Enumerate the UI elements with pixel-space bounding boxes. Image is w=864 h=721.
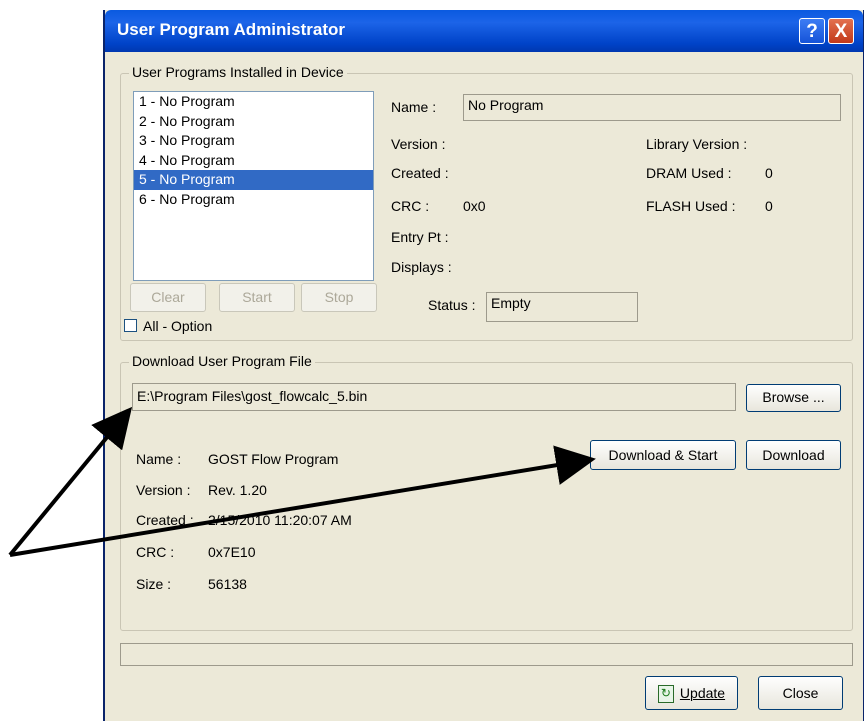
refresh-icon: ↻ [657, 685, 674, 704]
update-button[interactable]: ↻ Update [645, 676, 738, 710]
download-version-label: Version : [136, 482, 191, 498]
download-name-value: GOST Flow Program [208, 451, 339, 467]
status-field: Empty [486, 292, 638, 322]
update-label: Update [679, 685, 726, 701]
download-group-label: Download User Program File [129, 353, 315, 369]
program-list[interactable]: 1 - No Program 2 - No Program 3 - No Pro… [133, 91, 374, 281]
version-label: Version : [391, 136, 446, 152]
library-version-label: Library Version : [646, 136, 748, 152]
progress-bar [120, 643, 853, 666]
list-item[interactable]: 6 - No Program [134, 190, 373, 210]
list-item-selected[interactable]: 5 - No Program [134, 170, 373, 190]
list-item[interactable]: 3 - No Program [134, 131, 373, 151]
download-size-label: Size : [136, 576, 172, 592]
displays-label: Displays : [391, 259, 452, 275]
list-item[interactable]: 1 - No Program [134, 92, 373, 112]
help-button[interactable]: ? [799, 18, 825, 44]
dram-used-value: 0 [765, 165, 773, 181]
created-label: Created : [391, 165, 449, 181]
download-button[interactable]: Download [746, 440, 841, 470]
download-created-value: 2/15/2010 11:20:07 AM [208, 512, 352, 528]
crc-label: CRC : [391, 198, 430, 214]
stop-button[interactable]: Stop [301, 283, 377, 312]
crc-value: 0x0 [463, 198, 486, 214]
download-crc-value: 0x7E10 [208, 544, 256, 560]
download-crc-label: CRC : [136, 544, 175, 560]
all-option-label: All - Option [143, 318, 213, 334]
download-name-label: Name : [136, 451, 182, 467]
dram-used-label: DRAM Used : [646, 165, 732, 181]
status-label: Status : [428, 297, 476, 313]
entry-point-label: Entry Pt : [391, 229, 449, 245]
list-item[interactable]: 2 - No Program [134, 112, 373, 132]
installed-group-label: User Programs Installed in Device [129, 64, 347, 80]
download-size-value: 56138 [208, 576, 247, 592]
all-option-checkbox[interactable] [124, 319, 137, 332]
name-label: Name : [391, 99, 437, 115]
name-field: No Program [463, 94, 841, 121]
title-bar[interactable]: User Program Administrator ? X [105, 10, 863, 52]
window-title: User Program Administrator [117, 20, 345, 39]
flash-used-value: 0 [765, 198, 773, 214]
download-version-value: Rev. 1.20 [208, 482, 267, 498]
start-button[interactable]: Start [219, 283, 295, 312]
flash-used-label: FLASH Used : [646, 198, 736, 214]
file-path-field[interactable]: E:\Program Files\gost_flowcalc_5.bin [132, 383, 736, 411]
download-and-start-button[interactable]: Download & Start [590, 440, 736, 470]
browse-button[interactable]: Browse ... [746, 384, 841, 412]
list-item[interactable]: 4 - No Program [134, 151, 373, 171]
close-button[interactable]: Close [758, 676, 843, 710]
download-created-label: Created : [136, 512, 194, 528]
dialog-window: User Program Administrator ? X User Prog… [103, 10, 864, 721]
clear-button[interactable]: Clear [130, 283, 206, 312]
close-window-button[interactable]: X [828, 18, 854, 44]
